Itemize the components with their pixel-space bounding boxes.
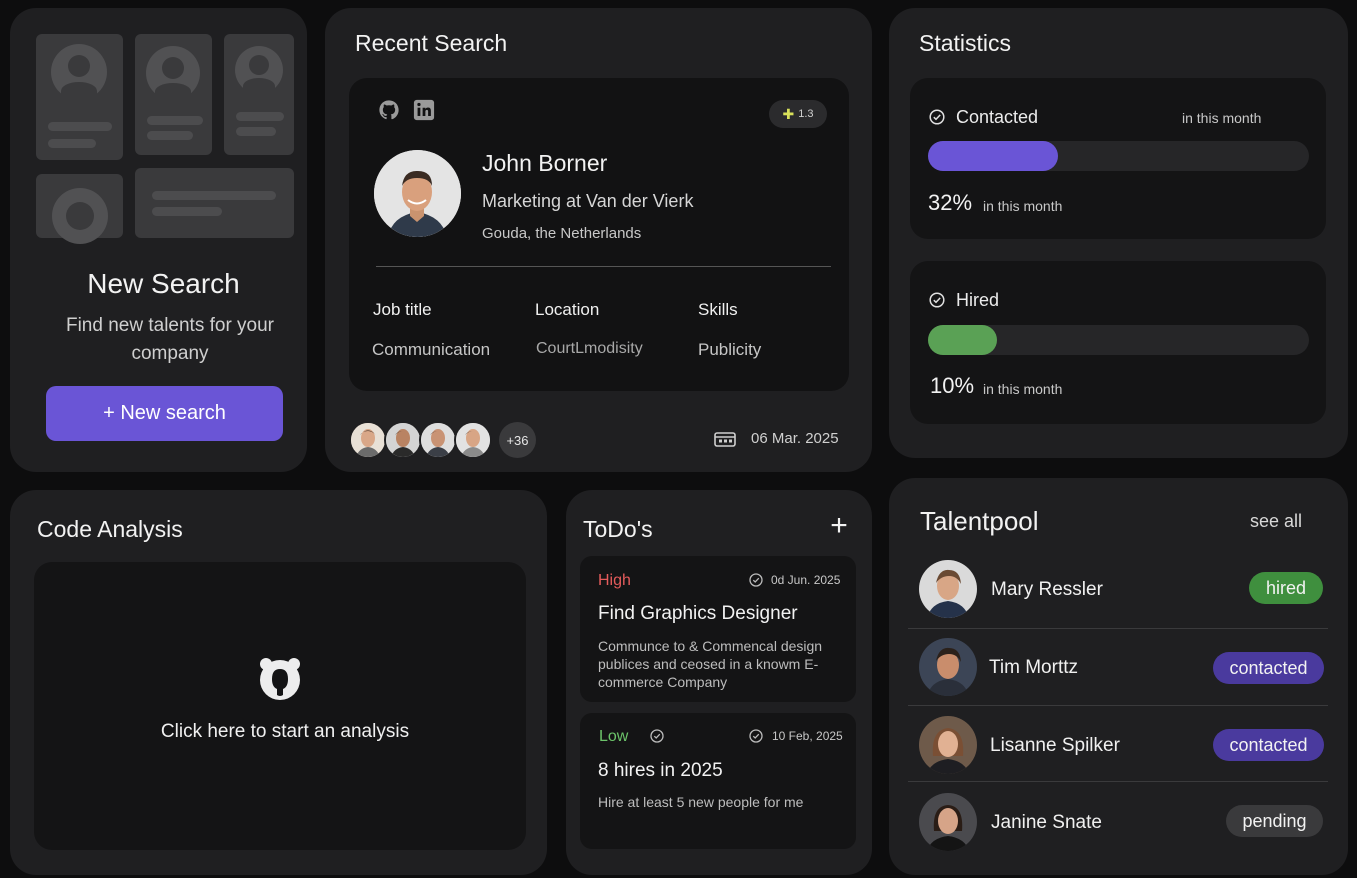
hired-progress	[928, 325, 1309, 355]
profile-divider	[376, 266, 831, 267]
new-search-card: New Search Find new talents for your com…	[10, 8, 307, 472]
todo-priority: High	[598, 572, 631, 589]
search-date: 06 Mar. 2025	[751, 430, 839, 447]
talent-row[interactable]: Tim Morttz contacted	[908, 634, 1328, 706]
linkedin-icon[interactable]	[412, 98, 436, 122]
todo-item[interactable]: High 0d Jun. 2025 Find Graphics Designer…	[580, 556, 856, 702]
new-search-button[interactable]: + New search	[46, 386, 283, 441]
stat-contacted-note: in this month	[1182, 110, 1262, 126]
candidate-avatar	[454, 421, 492, 459]
talent-name: Janine Snate	[991, 812, 1102, 833]
status-badge: contacted	[1213, 729, 1324, 761]
talent-avatar	[919, 638, 977, 696]
candidate-avatar	[384, 421, 422, 459]
profile-card[interactable]: ✚ 1.3 John Borner Marketing at Van der V…	[349, 78, 849, 391]
calendar-icon	[713, 430, 737, 448]
new-search-subtitle: Find new talents for your company	[65, 315, 275, 364]
contacted-progress	[928, 141, 1309, 171]
extra-count-badge[interactable]: +36	[499, 422, 536, 458]
stat-contacted-percent: 32%	[928, 190, 973, 215]
status-badge: pending	[1226, 805, 1323, 837]
start-analysis-label: Click here to start an analysis	[160, 721, 410, 742]
clock-icon	[748, 728, 764, 744]
stat-contacted-percent-note: in this month	[983, 198, 1063, 214]
code-analysis-card: Code Analysis Click here to start an ana…	[10, 490, 547, 875]
talent-row[interactable]: Lisanne Spilker contacted	[908, 711, 1328, 783]
talent-row[interactable]: Janine Snate pending	[908, 788, 1328, 860]
recent-search-title: Recent Search	[355, 30, 508, 56]
talent-avatar	[919, 560, 977, 618]
talent-name: Tim Morttz	[989, 657, 1079, 678]
statistics-card: Statistics Contacted in this month 32% i…	[889, 8, 1348, 458]
column-job-title-label: Job title	[373, 300, 432, 319]
column-location-label: Location	[535, 300, 600, 319]
contacted-progress-fill	[928, 141, 1058, 171]
talent-name: Mary Ressler	[991, 579, 1103, 600]
profile-name: John Borner	[482, 150, 608, 176]
stat-hired-percent: 10%	[930, 373, 975, 398]
todos-card: ToDo's + High 0d Jun. 2025 Find Graphics…	[566, 490, 872, 875]
column-location-value: CourtLmodisity	[536, 340, 643, 357]
stat-hired-percent-note: in this month	[983, 381, 1063, 397]
todo-date: 0d Jun. 2025	[771, 573, 841, 587]
score-value: 1.3	[798, 108, 814, 120]
todo-title: 8 hires in 2025	[598, 760, 723, 781]
see-all-link[interactable]: see all	[1250, 511, 1302, 532]
start-analysis-area[interactable]: Click here to start an analysis	[34, 562, 526, 850]
todo-description: Communce to & Commencal design publices …	[598, 638, 823, 690]
clock-icon	[748, 572, 764, 588]
row-divider	[908, 781, 1328, 782]
talent-avatar	[919, 716, 977, 774]
column-job-title-value: Communication	[372, 340, 491, 359]
todo-date: 10 Feb, 2025	[772, 729, 843, 743]
todo-priority: Low	[599, 728, 629, 745]
new-search-title: New Search	[87, 268, 240, 299]
column-skills-label: Skills	[698, 300, 738, 319]
candidate-avatar	[419, 421, 457, 459]
talent-avatar	[919, 793, 977, 851]
talentpool-card: Talentpool see all Mary Ressler hired Ti…	[889, 478, 1348, 875]
column-skills-value: Publicity	[698, 340, 762, 359]
status-badge: hired	[1249, 572, 1323, 604]
recent-search-card: Recent Search ✚ 1.3 John Borner Marketin…	[325, 8, 872, 472]
hired-progress-fill	[928, 325, 997, 355]
talent-name: Lisanne Spilker	[990, 735, 1120, 756]
github-icon	[256, 654, 304, 702]
check-circle-icon	[649, 728, 665, 744]
status-badge: contacted	[1213, 652, 1324, 684]
add-todo-button[interactable]: +	[824, 508, 854, 544]
profile-location: Gouda, the Netherlands	[482, 225, 642, 242]
todo-description: Hire at least 5 new people for me	[598, 794, 804, 810]
candidate-avatar	[349, 421, 387, 459]
profile-avatar	[374, 150, 461, 237]
score-badge: ✚ 1.3	[769, 100, 827, 128]
profile-role: Marketing at Van der Vierk	[482, 191, 694, 211]
candidate-avatars[interactable]: +36	[349, 421, 549, 459]
stat-hired: Hired 10% in this month	[910, 261, 1326, 424]
check-circle-icon	[928, 291, 946, 309]
stat-hired-label: Hired	[956, 290, 1000, 310]
sparkle-icon: ✚	[782, 105, 795, 122]
stat-contacted-label: Contacted	[956, 107, 1039, 127]
todo-item[interactable]: Low 10 Feb, 2025 8 hires in 2025 Hire at…	[580, 713, 856, 849]
talent-row[interactable]: Mary Ressler hired	[908, 556, 1328, 628]
row-divider	[908, 628, 1328, 629]
row-divider	[908, 705, 1328, 706]
stat-contacted: Contacted in this month 32% in this mont…	[910, 78, 1326, 239]
statistics-title: Statistics	[919, 30, 1012, 56]
talentpool-title: Talentpool	[920, 506, 1039, 536]
todos-title: ToDo's	[583, 516, 653, 542]
github-icon[interactable]	[377, 98, 401, 122]
code-analysis-title: Code Analysis	[37, 516, 183, 542]
check-circle-icon	[928, 108, 946, 126]
todo-title: Find Graphics Designer	[598, 603, 798, 624]
